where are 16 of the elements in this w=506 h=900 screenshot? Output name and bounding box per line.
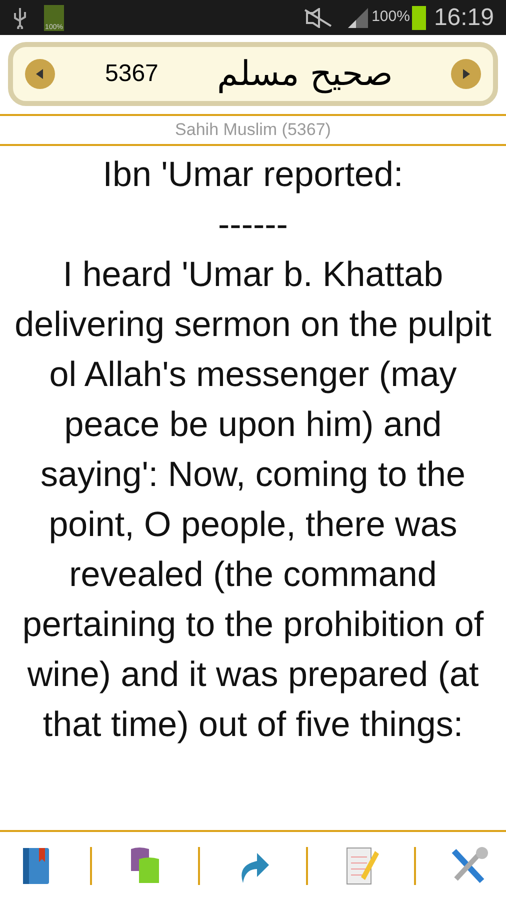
- battery-icon: [412, 6, 426, 30]
- battery-percent: 100%: [372, 7, 410, 28]
- clock-time: 16:19: [434, 2, 494, 32]
- next-button[interactable]: [451, 59, 481, 89]
- usb-icon: [12, 6, 28, 28]
- separator-line: ------: [217, 204, 289, 246]
- hadith-text: I heard 'Umar b. Khattab delivering sermon on the pulpit ol Allah's messenger (may peace be upon him) and saying': Now, coming to the point, O people, there was revealed (the command pertaining to the prohibition of wine) and it was prepared (at that time) out of five things:: [14, 254, 492, 746]
- book-title: صحيح مسلم: [217, 52, 393, 96]
- previous-button[interactable]: [25, 59, 55, 89]
- signal-icon: [348, 8, 368, 28]
- hadith-number: 5367: [105, 59, 158, 89]
- mute-icon: [304, 8, 332, 28]
- subtitle: Sahih Muslim (5367): [175, 119, 331, 142]
- narrator-line: Ibn 'Umar reported:: [102, 154, 404, 196]
- left-arrow-icon: [36, 69, 44, 79]
- right-arrow-icon: [462, 69, 470, 79]
